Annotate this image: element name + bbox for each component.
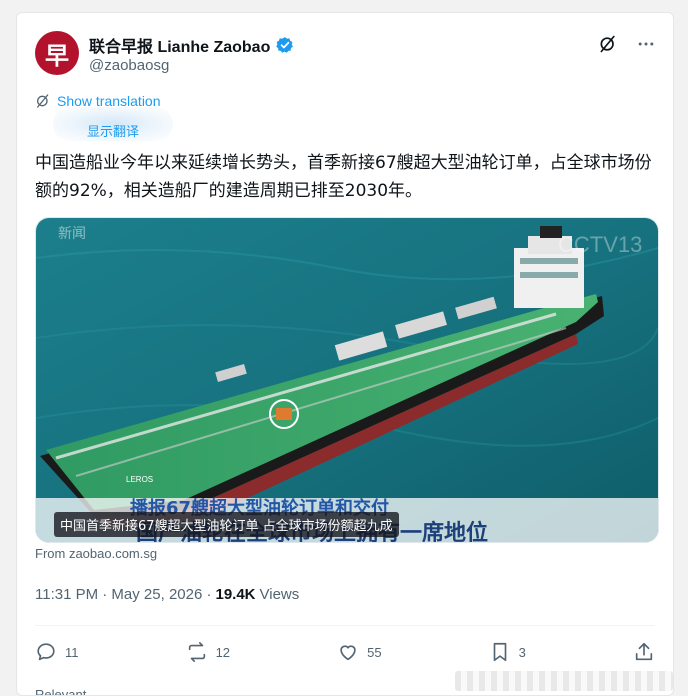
like-count: 55 [367,644,382,660]
reply-count: 11 [65,644,79,660]
repost-count: 12 [215,644,231,660]
show-translation-link[interactable]: Show translation [57,93,161,109]
tweet-meta: 11:31 PM · May 25, 2026 · 19.4K Views [35,586,299,603]
share-icon [635,642,653,661]
repost-button[interactable]: 12 [186,641,230,663]
tweet-card: 早 联合早报 Lianhe Zaobao @zaobaosg Show tran… [16,12,674,696]
ship-name: LEROS [126,475,153,484]
top-actions [597,33,657,55]
tweet-text: 中国造船业今年以来延续增长势头，首季新接67艘超大型油轮订单，占全球市场份额的9… [35,153,652,201]
bookmark-icon [493,642,506,662]
name-row: 联合早报 Lianhe Zaobao [89,33,294,57]
media-image[interactable]: CCTV13 新闻 LEROS 播报67艘超大型油轮订单和交付 国产油轮在全球市… [35,217,659,543]
avatar-glyph: 早 [45,41,69,70]
divider [35,625,655,626]
translate-icon [37,94,49,108]
action-bar: 11 12 55 3 [35,637,655,667]
display-name[interactable]: 联合早报 Lianhe Zaobao [89,33,270,57]
avatar[interactable]: 早 [35,31,79,75]
bookmark-count: 3 [518,644,526,660]
media-caption: 中国首季新接67艘超大型油轮订单 占全球市场份额超九成 [54,512,399,537]
replies-sort-label[interactable]: Relevant [35,687,86,695]
show-translation[interactable]: Show translation [35,93,161,109]
views-count: 19.4K [215,586,256,603]
views-label: Views [259,586,300,603]
heart-icon [340,645,356,661]
verified-badge-icon [276,37,294,53]
watermark: CCTV13 [558,232,642,257]
like-button[interactable]: 55 [337,641,382,663]
repost-icon [188,642,205,662]
show-translation-sublabel[interactable]: 显示翻译 [87,121,139,140]
share-button[interactable] [633,641,655,663]
tweet-timestamp[interactable]: 11:31 PM · May 25, 2026 · [35,586,211,603]
source-link[interactable]: From zaobao.com.sg [35,546,157,561]
handle[interactable]: @zaobaosg [89,57,169,74]
reply-button[interactable]: 11 [35,641,79,663]
bookmark-button[interactable]: 3 [489,641,526,663]
grok-icon[interactable] [597,33,619,55]
corner-label: 新闻 [58,226,86,242]
loading-bar [455,671,673,691]
oil-tanker-image: CCTV13 新闻 LEROS 播报67艘超大型油轮订单和交付 国产油轮在全球市… [36,218,658,542]
reply-icon [37,643,55,661]
more-icon[interactable] [635,33,657,55]
